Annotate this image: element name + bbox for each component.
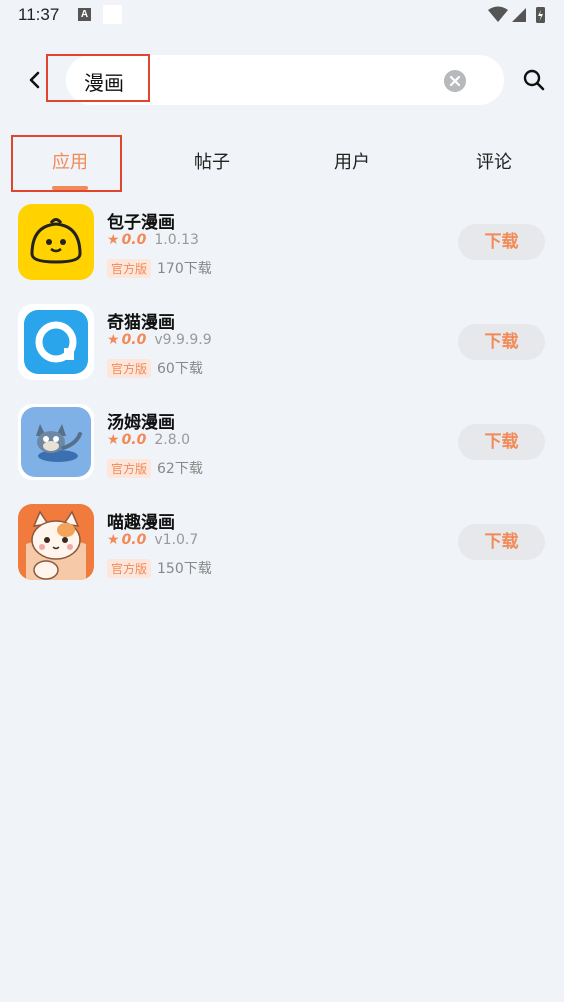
star-icon: ★ (107, 232, 120, 248)
star-icon: ★ (107, 332, 120, 348)
official-badge: 官方版 (107, 459, 152, 478)
tab-highlight-box (11, 135, 122, 192)
download-button[interactable]: 下载 (458, 324, 545, 360)
baozi-app-icon (18, 204, 94, 280)
download-button[interactable]: 下载 (458, 224, 545, 260)
app-name: 奇猫漫画 (107, 313, 175, 333)
app-tags: 官方版 62下载 (107, 458, 203, 478)
list-item[interactable]: 汤姆漫画 ★ 0.0 2.8.0 官方版 62下载 下载 (0, 400, 564, 500)
app-version: v1.0.7 (154, 532, 199, 548)
tab-posts[interactable]: 帖子 (172, 148, 252, 174)
app-version: 2.8.0 (154, 432, 190, 448)
app-name: 包子漫画 (107, 213, 175, 233)
app-version: v9.9.9.9 (154, 332, 212, 348)
qimao-app-icon (18, 304, 94, 380)
status-bar: 11:37 A (0, 0, 564, 32)
app-name: 喵趣漫画 (107, 513, 175, 533)
notification-blank-icon (103, 5, 122, 24)
app-tags: 官方版 170下载 (107, 258, 212, 278)
signal-icon (512, 8, 526, 22)
star-icon: ★ (107, 432, 120, 448)
search-icon[interactable] (520, 66, 548, 94)
app-tags: 官方版 150下载 (107, 558, 212, 578)
app-meta: ★ 0.0 1.0.13 (107, 232, 199, 248)
official-badge: 官方版 (107, 259, 152, 278)
download-count: 62下载 (157, 461, 203, 477)
list-item[interactable]: 奇猫漫画 ★ 0.0 v9.9.9.9 官方版 60下载 下载 (0, 300, 564, 400)
clear-search-icon[interactable] (444, 70, 466, 92)
app-rating: 0.0 (121, 332, 147, 348)
app-meta: ★ 0.0 v9.9.9.9 (107, 332, 212, 348)
app-tags: 官方版 60下载 (107, 358, 203, 378)
app-rating: 0.0 (121, 532, 147, 548)
app-version: 1.0.13 (154, 232, 199, 248)
back-arrow-icon[interactable] (24, 66, 46, 94)
official-badge: 官方版 (107, 359, 152, 378)
app-name: 汤姆漫画 (107, 413, 175, 433)
list-item[interactable]: 喵趣漫画 ★ 0.0 v1.0.7 官方版 150下载 下载 (0, 500, 564, 600)
tab-comments[interactable]: 评论 (454, 148, 534, 174)
download-button[interactable]: 下载 (458, 524, 545, 560)
download-count: 170下载 (157, 261, 212, 277)
miaoqu-app-icon (18, 504, 94, 580)
official-badge: 官方版 (107, 559, 152, 578)
app-rating: 0.0 (121, 232, 147, 248)
download-count: 60下载 (157, 361, 203, 377)
app-meta: ★ 0.0 2.8.0 (107, 432, 190, 448)
star-icon: ★ (107, 532, 120, 548)
app-list: 包子漫画 ★ 0.0 1.0.13 官方版 170下载 下载 奇猫漫画 ★ 0.0 v9.… (0, 200, 564, 600)
status-time: 11:37 (18, 5, 60, 24)
notification-a-icon: A (78, 8, 91, 21)
tom-app-icon (18, 404, 94, 480)
download-count: 150下载 (157, 561, 212, 577)
status-icons (488, 6, 545, 23)
download-button[interactable]: 下载 (458, 424, 545, 460)
app-rating: 0.0 (121, 432, 147, 448)
tab-users[interactable]: 用户 (312, 148, 392, 174)
app-meta: ★ 0.0 v1.0.7 (107, 532, 198, 548)
search-highlight-box (46, 54, 150, 102)
list-item[interactable]: 包子漫画 ★ 0.0 1.0.13 官方版 170下载 下载 (0, 200, 564, 300)
wifi-icon (488, 6, 508, 22)
